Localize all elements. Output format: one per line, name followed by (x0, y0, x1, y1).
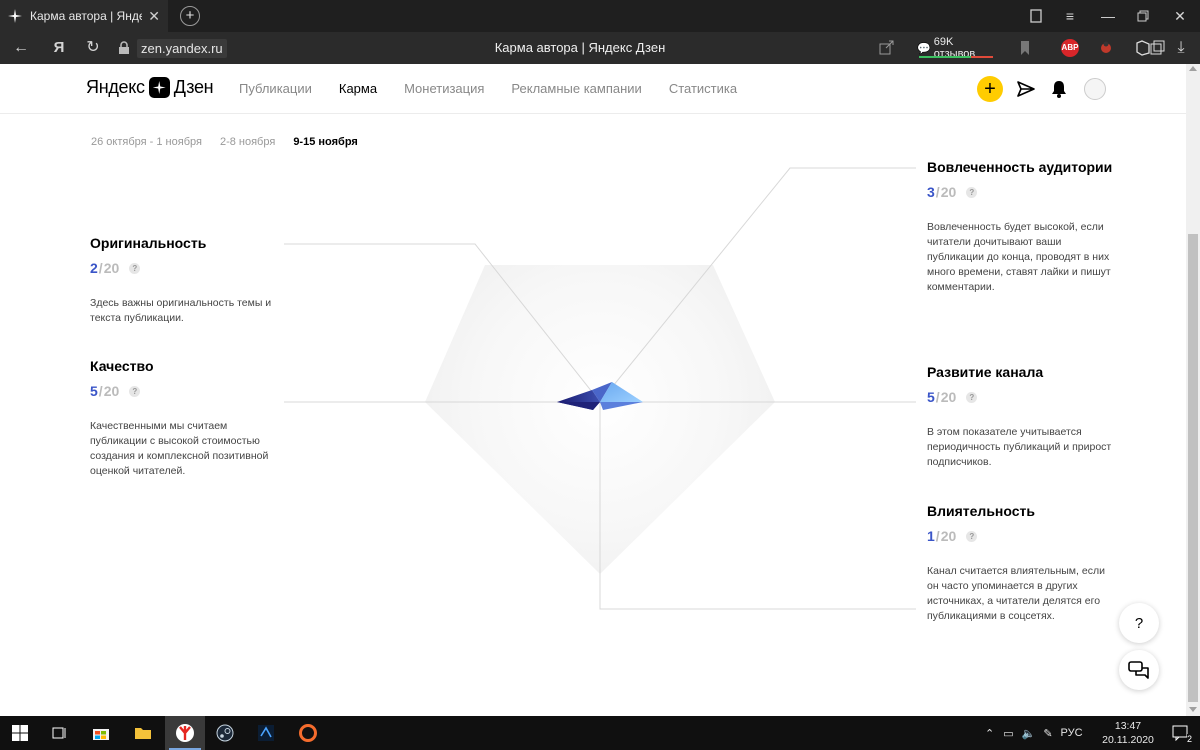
metric-description: Качественными мы считаем публикации с вы… (90, 420, 269, 477)
score-separator: / (935, 389, 940, 405)
reviews-rating-bar (919, 56, 993, 58)
browser-tabstrip: Карма автора | Яндекс ✕ + ≡ — ✕ (0, 0, 1200, 32)
chat-icon (1128, 661, 1149, 679)
metric-title: Влиятельность (927, 503, 1035, 519)
score-separator: / (935, 184, 940, 200)
score-value: 5 (927, 389, 935, 405)
url-field[interactable]: zen.yandex.ru (117, 37, 227, 59)
share-icon[interactable] (878, 40, 896, 56)
scroll-down-icon[interactable] (1189, 707, 1197, 712)
score-value: 3 (927, 184, 935, 200)
metric-title: Качество (90, 358, 154, 374)
clock-time: 13:47 (1114, 720, 1142, 732)
new-tab-button[interactable]: + (180, 6, 200, 26)
chat-bubble-icon: 💬 (917, 42, 931, 55)
metric-quality: Качество 5/20 ? Качественными мы считаем… (90, 358, 280, 479)
restore-icon[interactable] (1125, 0, 1161, 32)
system-tray: ⌃ ▭ 🔈 ✎ РУС (985, 716, 1083, 750)
metric-influence: Влиятельность 1/20 ? Канал считается вли… (927, 503, 1117, 624)
origin-icon[interactable] (288, 716, 328, 750)
clock-date: 20.11.2020 (1102, 734, 1154, 746)
page-title: Карма автора | Яндекс Дзен (494, 40, 666, 55)
metric-title: Оригинальность (90, 235, 207, 251)
metric-score: 2/20 ? (90, 260, 280, 276)
language-indicator[interactable]: РУС (1061, 727, 1083, 739)
scroll-up-icon[interactable] (1189, 66, 1197, 71)
page-scrollbar[interactable] (1186, 64, 1200, 716)
chat-support-button[interactable] (1119, 650, 1159, 690)
score-separator: / (98, 383, 103, 399)
close-window-icon[interactable]: ✕ (1162, 0, 1198, 32)
metric-score: 5/20 ? (90, 383, 280, 399)
score-separator: / (935, 528, 940, 544)
score-value: 1 (927, 528, 935, 544)
score-max: 20 (103, 260, 120, 276)
pen-icon[interactable]: ✎ (1043, 727, 1052, 740)
help-icon[interactable]: ? (966, 530, 978, 542)
score-max: 20 (940, 528, 957, 544)
lock-icon (119, 41, 129, 54)
tab-close-icon[interactable]: ✕ (148, 8, 160, 25)
collections-icon[interactable] (1148, 40, 1166, 56)
page-content: Яндекс Дзен Публикации Карма Монетизация… (0, 64, 1186, 716)
metric-originality: Оригинальность 2/20 ? Здесь важны оригин… (90, 235, 280, 326)
browser-tab[interactable]: Карма автора | Яндекс ✕ (0, 0, 168, 32)
metric-score: 3/20 ? (927, 184, 1117, 200)
notifications-icon[interactable]: 2 (1163, 716, 1199, 750)
url-text: zen.yandex.ru (137, 38, 227, 58)
score-separator: / (98, 260, 103, 276)
reviews-badge[interactable]: 💬 69K отзывов (917, 36, 995, 60)
metric-title: Вовлеченность аудитории (927, 159, 1113, 175)
yandex-icon[interactable]: Я (48, 38, 70, 58)
metric-description: Здесь важны оригинальность темы и текста… (90, 297, 272, 324)
zen-favicon-icon (8, 9, 22, 23)
back-arrow-icon[interactable]: ← (10, 38, 32, 58)
help-icon[interactable]: ? (966, 186, 978, 198)
bug-extension-icon[interactable] (1097, 40, 1115, 56)
steam-icon[interactable] (205, 716, 245, 750)
metric-description: В этом показателе учитывается периодично… (927, 426, 1112, 468)
download-icon[interactable]: ⤓ (1170, 38, 1192, 58)
help-icon[interactable]: ? (129, 262, 141, 274)
adblock-icon[interactable]: ABP (1061, 39, 1079, 57)
menu-icon[interactable]: ≡ (1052, 0, 1088, 32)
bookmark-icon[interactable] (1016, 40, 1034, 56)
scroll-thumb[interactable] (1188, 234, 1198, 702)
help-icon[interactable]: ? (129, 385, 141, 397)
metric-score: 5/20 ? (927, 389, 1117, 405)
metric-score: 1/20 ? (927, 528, 1117, 544)
notifications-count: 2 (1186, 734, 1192, 744)
store-icon[interactable] (81, 716, 121, 750)
address-bar: ← Я ↻ zen.yandex.ru Карма автора | Яндек… (0, 32, 1200, 64)
metric-title: Развитие канала (927, 364, 1044, 380)
help-button[interactable]: ? (1119, 603, 1159, 643)
tab-title: Карма автора | Яндекс (30, 9, 143, 23)
yandex-browser-taskbar-icon[interactable] (165, 716, 205, 750)
metric-description: Канал считается влиятельным, если он час… (927, 565, 1105, 622)
reload-icon[interactable]: ↻ (82, 38, 104, 58)
network-icon[interactable]: ▭ (1003, 727, 1013, 740)
help-icon[interactable]: ? (966, 391, 978, 403)
metric-channel-growth: Развитие канала 5/20 ? В этом показателе… (927, 364, 1117, 470)
system-clock[interactable]: 13:47 20.11.2020 (1100, 719, 1156, 747)
windows-taskbar: ⌃ ▭ 🔈 ✎ РУС 13:47 20.11.2020 2 (0, 716, 1200, 750)
score-max: 20 (940, 184, 957, 200)
bookmarks-icon[interactable] (1018, 0, 1054, 32)
app-icon[interactable] (246, 716, 286, 750)
volume-icon[interactable]: 🔈 (1022, 727, 1036, 740)
task-view-icon[interactable] (40, 716, 80, 750)
score-value: 2 (90, 260, 98, 276)
metric-description: Вовлеченность будет высокой, если читате… (927, 221, 1111, 293)
tray-expand-icon[interactable]: ⌃ (985, 727, 994, 740)
score-max: 20 (940, 389, 957, 405)
minimize-icon[interactable]: — (1090, 0, 1126, 32)
score-value: 5 (90, 383, 98, 399)
metric-engagement: Вовлеченность аудитории 3/20 ? Вовлеченн… (927, 159, 1117, 295)
file-explorer-icon[interactable] (123, 716, 163, 750)
score-max: 20 (103, 383, 120, 399)
windows-start-icon[interactable] (0, 716, 40, 750)
